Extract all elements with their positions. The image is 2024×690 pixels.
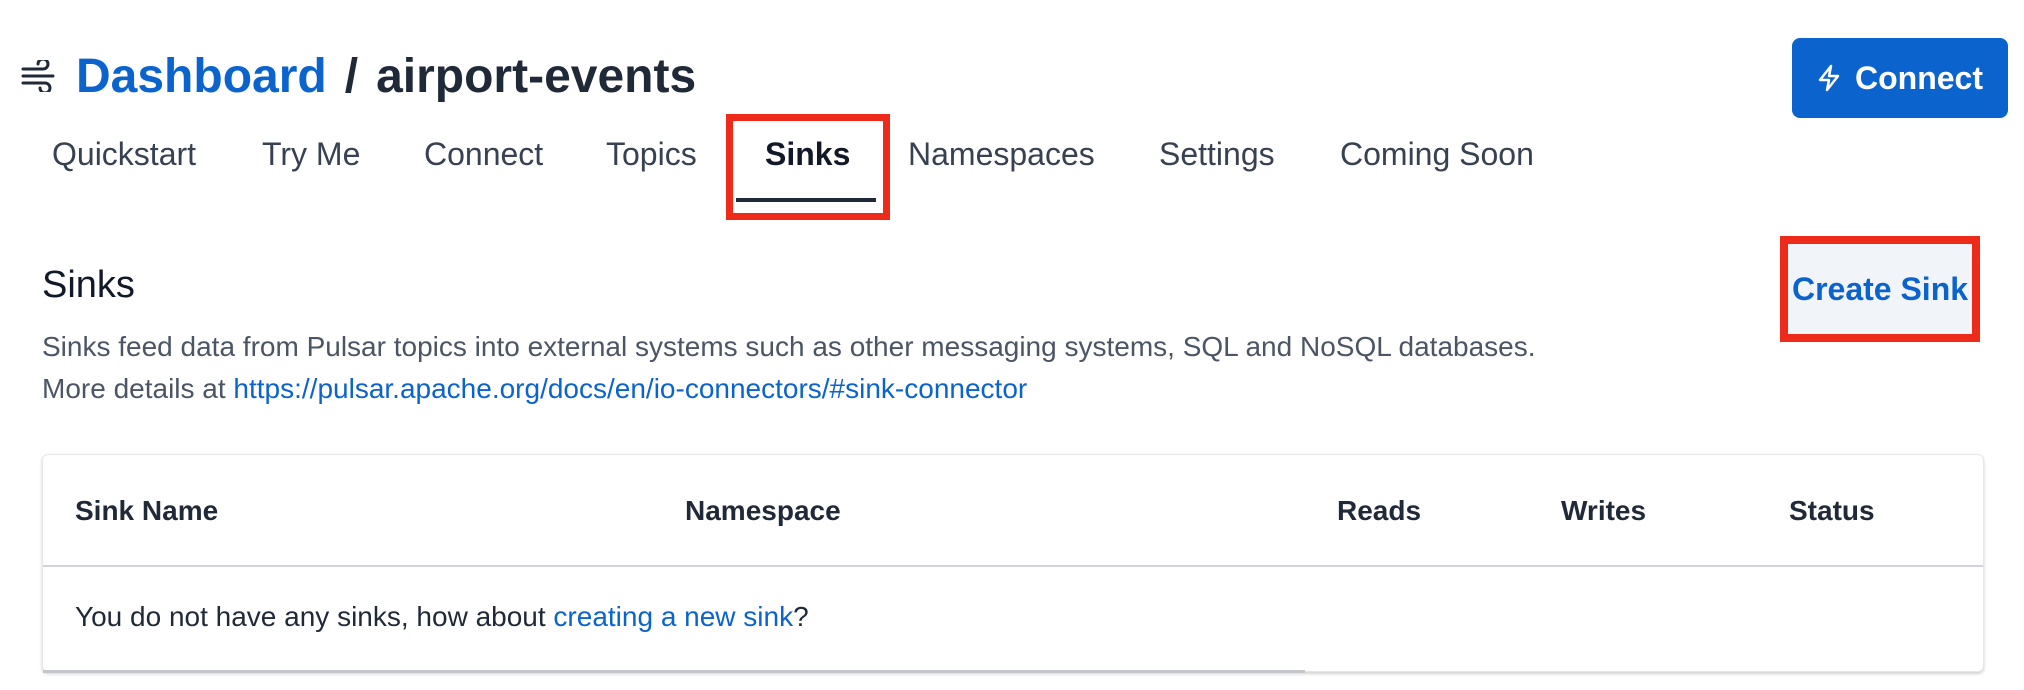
column-namespace: Namespace [685, 495, 841, 526]
empty-suffix: ? [793, 601, 809, 632]
column-reads: Reads [1337, 495, 1422, 526]
empty-prefix: You do not have any sinks, how about [75, 601, 554, 632]
section-details: More details at https://pulsar.apache.or… [42, 368, 1536, 410]
tab-quickstart[interactable]: Quickstart [52, 136, 196, 173]
details-prefix: More details at [42, 373, 234, 404]
tab-try-me[interactable]: Try Me [262, 136, 360, 173]
details-link[interactable]: https://pulsar.apache.org/docs/en/io-con… [233, 373, 1027, 404]
create-new-sink-link[interactable]: creating a new sink [553, 601, 793, 632]
tab-settings[interactable]: Settings [1159, 136, 1275, 173]
connect-button[interactable]: Connect [1792, 38, 2008, 118]
tab-namespaces[interactable]: Namespaces [908, 136, 1095, 173]
breadcrumb-separator: / [344, 49, 359, 103]
table-header: Sink Name Namespace Reads Writes Status [43, 455, 1983, 567]
tab-connect[interactable]: Connect [424, 136, 543, 173]
section-description-text: Sinks feed data from Pulsar topics into … [42, 331, 1536, 362]
page-title: airport-events [376, 49, 697, 103]
wind-icon [20, 56, 60, 96]
section-title: Sinks [42, 264, 135, 306]
column-sink-name: Sink Name [75, 495, 219, 526]
breadcrumb: Dashboard / airport-events [20, 48, 696, 104]
section-description: Sinks feed data from Pulsar topics into … [42, 326, 1536, 410]
tab-topics[interactable]: Topics [606, 136, 697, 173]
tab-coming-soon[interactable]: Coming Soon [1340, 136, 1534, 173]
column-status: Status [1789, 495, 1875, 526]
column-writes: Writes [1561, 495, 1647, 526]
create-sink-label: Create Sink [1791, 270, 1969, 307]
table-scrollbar[interactable] [43, 670, 1305, 673]
bolt-icon [1817, 64, 1841, 92]
sinks-tab-highlight [726, 114, 890, 220]
breadcrumb-dashboard-link[interactable]: Dashboard [76, 49, 327, 104]
connect-button-label: Connect [1855, 59, 1983, 96]
create-sink-button[interactable]: Create Sink [1780, 236, 1980, 342]
sinks-table: Sink Name Namespace Reads Writes Status … [42, 454, 1984, 673]
empty-state-message: You do not have any sinks, how about cre… [75, 601, 809, 633]
